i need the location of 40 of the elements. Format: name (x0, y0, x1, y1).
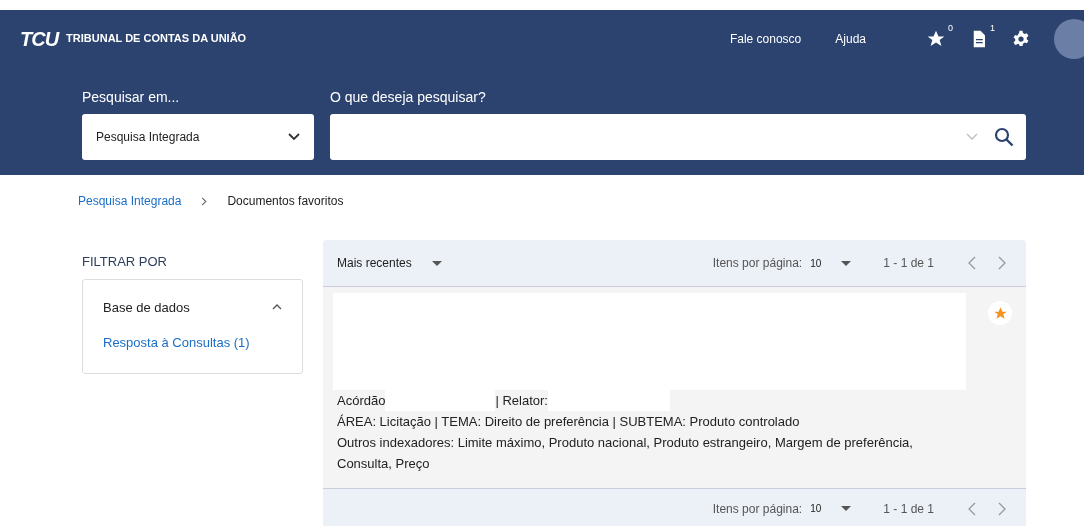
header-link[interactable]: Fale conosco (729, 29, 802, 48)
search-field[interactable] (330, 114, 1026, 160)
page-range: 1 - 1 de 1 (883, 255, 934, 272)
per-page-label: Itens por página: (712, 255, 803, 272)
logo: TCU (20, 26, 59, 52)
search-icon[interactable] (994, 127, 1014, 147)
filter-group-title[interactable]: Base de dados (103, 297, 190, 317)
badge-count: 1 (990, 22, 995, 36)
breadcrumb-current: Documentos favoritos (227, 193, 344, 210)
field-label: Pesquisar em... (82, 88, 181, 107)
chevron-right-icon[interactable] (998, 256, 1006, 270)
scope-dropdown[interactable]: Pesquisa Integrada (82, 114, 314, 160)
field-label: O que deseja pesquisar? (330, 88, 487, 107)
result-indexers: Outros indexadores: Limite máximo, Produto nacional, Produto estrangeiro, Margem de preferência, Consulta, Preço (337, 434, 914, 473)
chevron-down-icon (288, 133, 300, 141)
per-page-dropdown[interactable]: 10 (810, 501, 852, 516)
settings-icon[interactable] (1012, 30, 1030, 49)
caret-down-icon (841, 260, 852, 266)
filter-option[interactable]: Resposta à Consultas (1) (103, 333, 282, 353)
per-page-dropdown[interactable]: 10 (810, 255, 852, 271)
result-relator: | Relator: (495, 392, 548, 410)
chevron-right-icon (201, 196, 208, 206)
filter-heading: FILTRAR POR (82, 253, 168, 271)
chevron-left-icon[interactable] (968, 501, 976, 516)
chevron-down-icon[interactable] (966, 133, 978, 141)
avatar[interactable] (1054, 18, 1084, 59)
per-page-label: Itens por página: (712, 500, 803, 518)
chevron-right-icon[interactable] (998, 501, 1006, 516)
site-title: TRIBUNAL DE CONTAS DA UNIÃO (66, 31, 247, 47)
caret-down-icon (431, 260, 442, 266)
page-range: 1 - 1 de 1 (883, 500, 934, 518)
chevron-left-icon[interactable] (968, 256, 976, 270)
breadcrumb-link[interactable]: Pesquisa Integrada (78, 192, 182, 210)
chevron-up-icon[interactable] (272, 304, 282, 311)
result-title: Acórdão (337, 392, 386, 410)
sort-dropdown[interactable]: Mais recentes (337, 254, 442, 272)
caret-down-icon (841, 506, 852, 511)
header-link[interactable]: Ajuda (835, 29, 866, 48)
result-topics: ÁREA: Licitação | TEMA: Direito de preferência | SUBTEMA: Produto controlado (337, 413, 801, 431)
badge-count: 0 (948, 22, 953, 36)
